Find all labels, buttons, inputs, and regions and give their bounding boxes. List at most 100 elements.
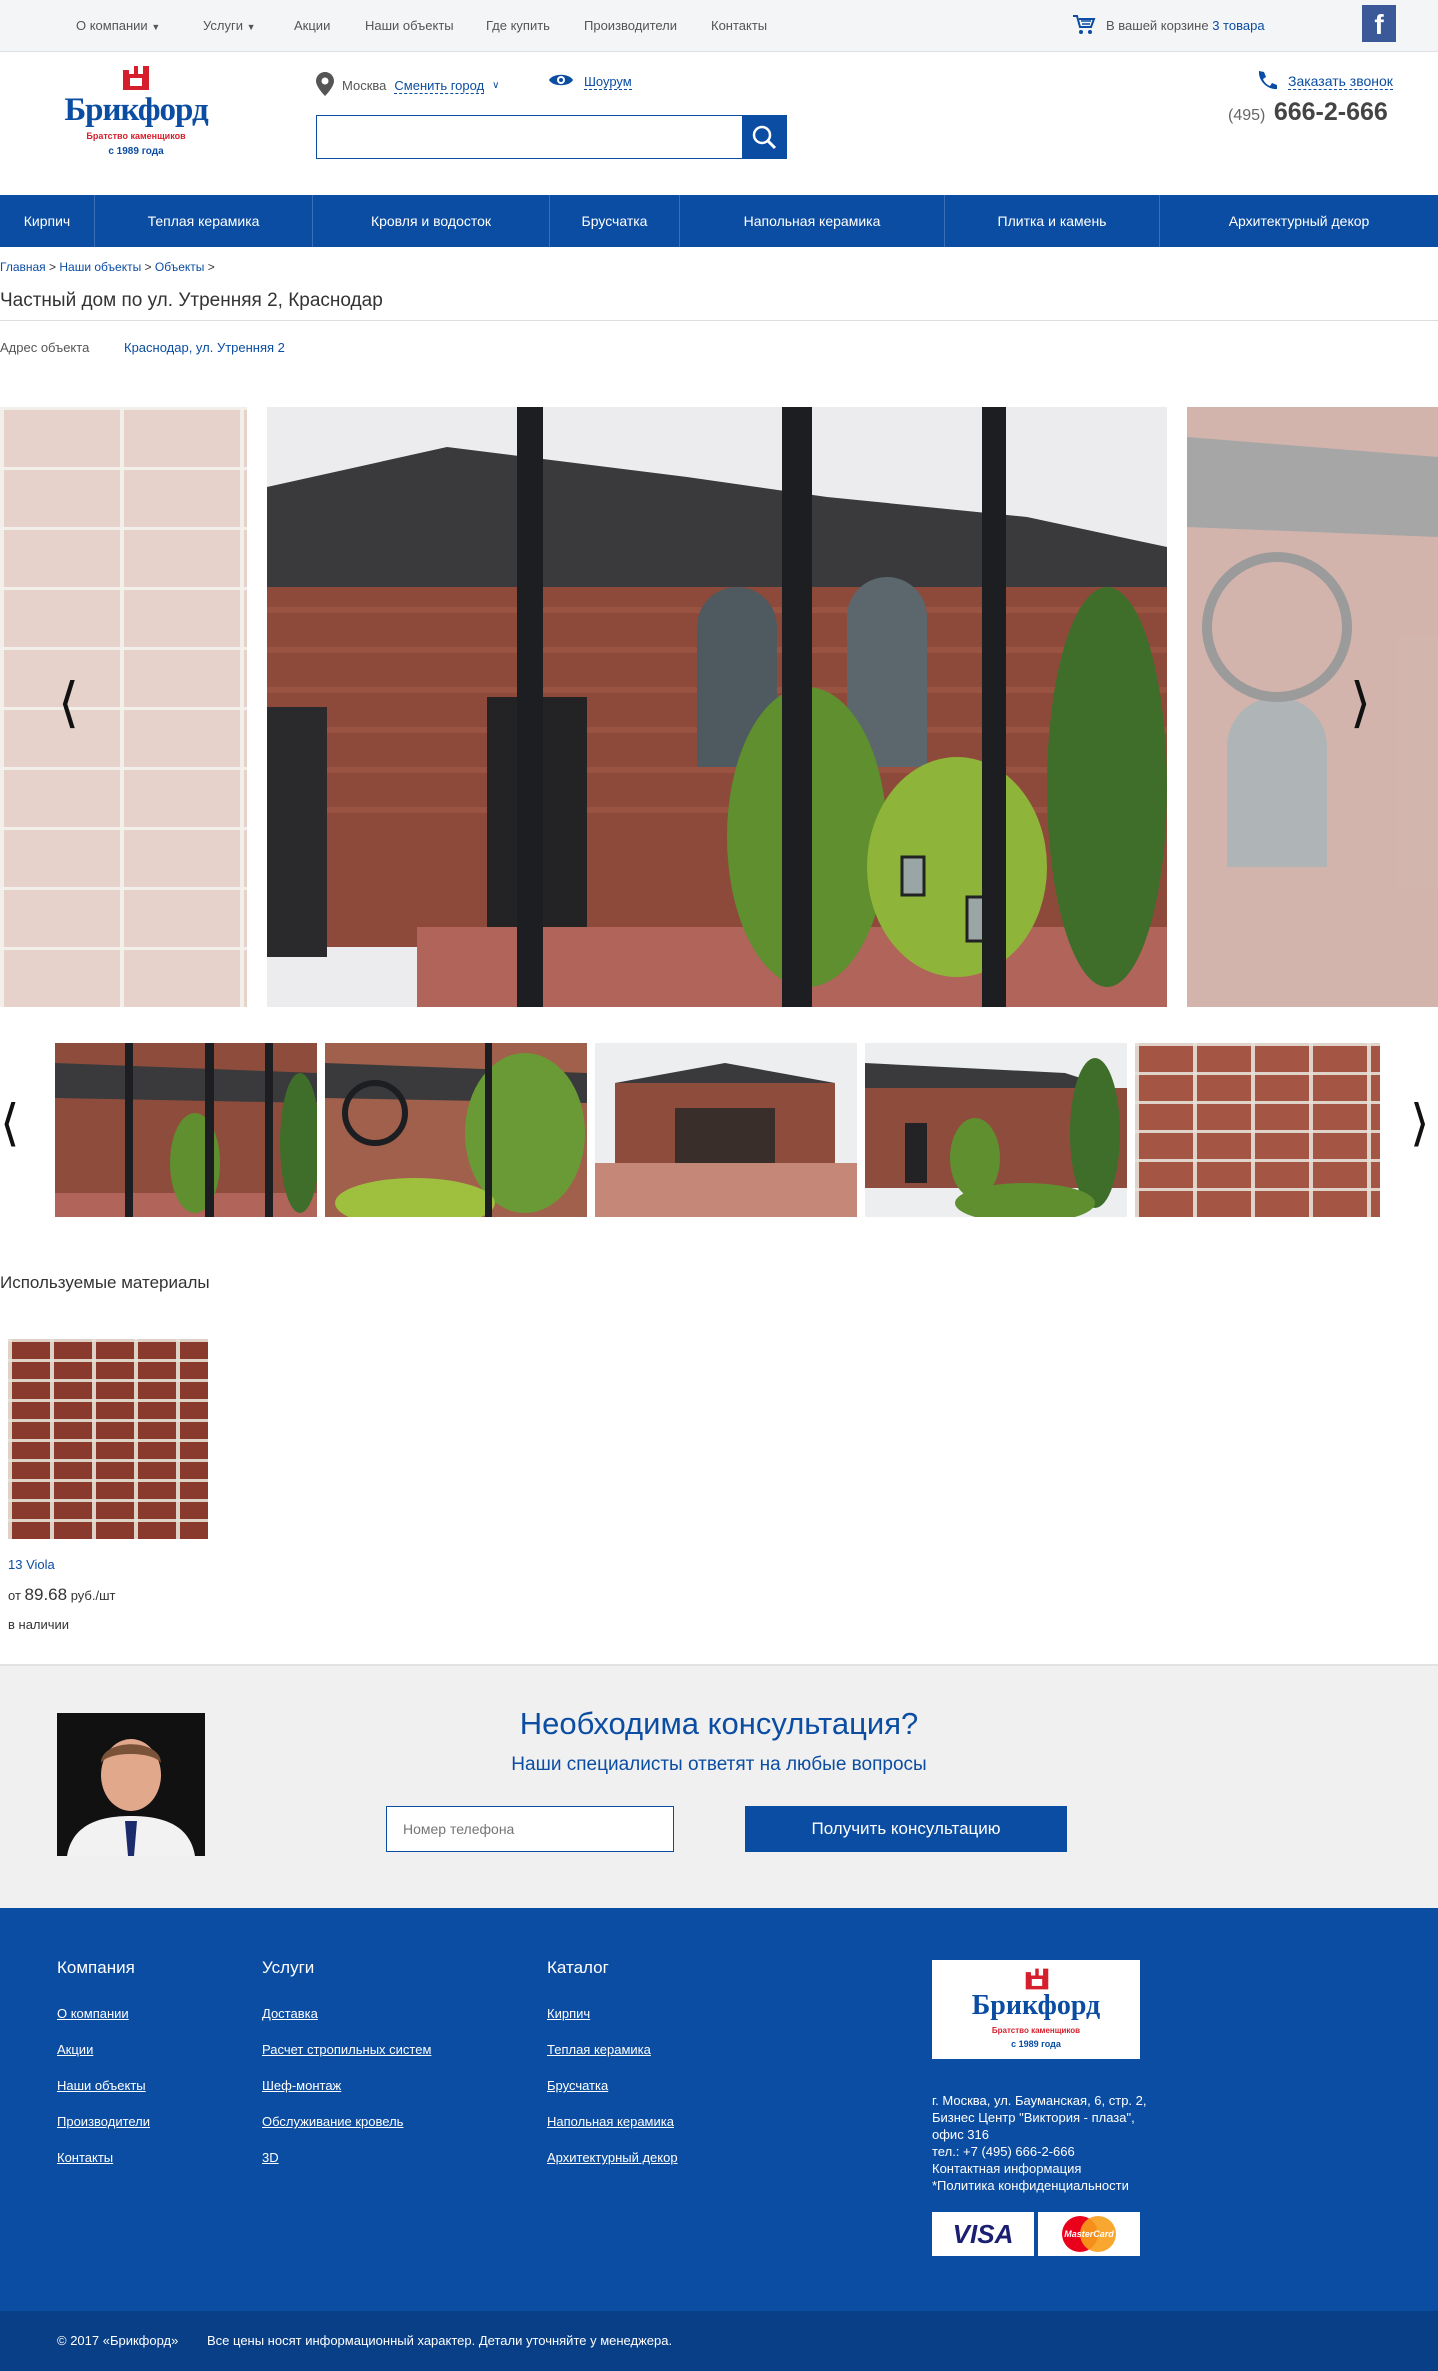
breadcrumb-objects[interactable]: Объекты: [155, 260, 205, 274]
cart-icon: [1072, 14, 1096, 36]
logo-mark-icon: [123, 66, 149, 90]
thumbnail[interactable]: [1135, 1043, 1380, 1217]
map-pin-icon: [316, 72, 334, 99]
footer-phone: тел.: +7 (495) 666-2-666: [932, 2144, 1075, 2159]
get-consultation-button[interactable]: Получить консультацию: [745, 1806, 1067, 1852]
visa-label: VISA: [952, 2218, 1014, 2249]
footer-catalog: Каталог Кирпич Теплая керамика Брусчатка…: [547, 1958, 678, 2186]
object-address: Адрес объекта Краснодар, ул. Утренняя 2: [0, 340, 285, 355]
cart-count[interactable]: 3 товара: [1212, 18, 1264, 33]
callback-link[interactable]: Заказать звонок: [1256, 70, 1393, 93]
footer-link[interactable]: Контакты: [57, 2150, 150, 2165]
footer-link[interactable]: Производители: [57, 2114, 150, 2129]
consultation-section: Необходима консультация? Наши специалист…: [0, 1664, 1438, 1908]
footer-link[interactable]: Теплая керамика: [547, 2042, 678, 2057]
bottom-bar: © 2017 «Брикфорд» Все цены носят информа…: [0, 2311, 1438, 2371]
material-image[interactable]: [8, 1339, 208, 1539]
main-menu: Кирпич Теплая керамика Кровля и водосток…: [0, 195, 1438, 247]
footer-link[interactable]: Кирпич: [547, 2006, 678, 2021]
materials-title: Используемые материалы: [0, 1273, 210, 1292]
footer-link[interactable]: Обслуживание кровель: [262, 2114, 431, 2129]
consult-subtitle: Наши специалисты ответят на любые вопрос…: [511, 1754, 927, 1775]
phone-input[interactable]: [386, 1806, 674, 1852]
search-input[interactable]: [317, 116, 742, 158]
address-link[interactable]: Краснодар, ул. Утренняя 2: [124, 340, 285, 355]
topnav-about[interactable]: О компании ▼: [76, 18, 160, 33]
gallery-next-arrow-icon[interactable]: ⟩: [1350, 676, 1371, 730]
menu-floor-ceramics[interactable]: Напольная керамика: [680, 195, 945, 247]
footer-link[interactable]: Доставка: [262, 2006, 431, 2021]
thumbnail-photo: [325, 1043, 587, 1217]
footer: Компания О компании Акции Наши объекты П…: [0, 1908, 1438, 2311]
topnav-objects[interactable]: Наши объекты: [365, 18, 454, 33]
thumbnail[interactable]: [595, 1043, 857, 1217]
stock-status: в наличии: [8, 1617, 70, 1632]
header-phone[interactable]: (495) 666-2-666: [1228, 98, 1388, 127]
footer-link[interactable]: Расчет стропильных систем: [262, 2042, 431, 2057]
topnav-contacts[interactable]: Контакты: [711, 18, 767, 33]
footer-logo[interactable]: Брикфорд Братство каменщиков с 1989 года: [932, 1960, 1140, 2059]
thumbs-next-arrow-icon[interactable]: ⟩: [1410, 1098, 1430, 1148]
logo-since: с 1989 года: [108, 146, 164, 157]
gallery-prev-arrow-icon[interactable]: ⟨: [58, 676, 79, 730]
contact-info-link[interactable]: Контактная информация: [932, 2160, 1147, 2177]
topnav-services[interactable]: Услуги ▼: [203, 18, 256, 33]
footer-link[interactable]: Архитектурный декор: [547, 2150, 678, 2165]
showroom-link[interactable]: Шоурум: [548, 72, 632, 91]
thumbnail[interactable]: [325, 1043, 587, 1217]
thumbs-prev-arrow-icon[interactable]: ⟨: [0, 1098, 20, 1148]
breadcrumb-home[interactable]: Главная: [0, 260, 46, 274]
menu-arch-decor[interactable]: Архитектурный декор: [1160, 195, 1438, 247]
thumbnail-photo: [865, 1043, 1127, 1217]
thumbnail[interactable]: [55, 1043, 317, 1217]
topnav-about-label: О компании: [76, 18, 148, 33]
breadcrumb: Главная > Наши объекты > Объекты >: [0, 260, 215, 274]
footer-logo-since: с 1989 года: [1011, 2039, 1061, 2049]
cart-link[interactable]: В вашей корзине 3 товара: [1072, 14, 1265, 36]
footer-link[interactable]: Брусчатка: [547, 2078, 678, 2093]
gallery-next-image[interactable]: [1187, 407, 1438, 1007]
footer-link[interactable]: Акции: [57, 2042, 150, 2057]
topnav-sales[interactable]: Акции: [294, 18, 330, 33]
menu-roofing[interactable]: Кровля и водосток: [313, 195, 550, 247]
footer-company-title: Компания: [57, 1958, 135, 1977]
topnav-where-to-buy[interactable]: Где купить: [486, 18, 550, 33]
price-prefix: от: [8, 1588, 21, 1603]
footer-link[interactable]: Шеф-монтаж: [262, 2078, 431, 2093]
thumbnail[interactable]: [865, 1043, 1127, 1217]
image-fade-overlay: [1187, 407, 1438, 1007]
change-city-link[interactable]: Сменить город: [394, 78, 485, 94]
footer-link[interactable]: О компании: [57, 2006, 150, 2021]
footer-catalog-title: Каталог: [547, 1958, 609, 1977]
footer-services-title: Услуги: [262, 1958, 315, 1977]
search-button[interactable]: [742, 116, 786, 158]
privacy-policy-link[interactable]: *Политика конфиденциальности: [932, 2177, 1147, 2194]
gallery-main-image[interactable]: [267, 407, 1167, 1007]
breadcrumb-our-objects[interactable]: Наши объекты: [59, 260, 141, 274]
gallery-prev-image[interactable]: [0, 407, 247, 1007]
footer-link[interactable]: Напольная керамика: [547, 2114, 678, 2129]
material-price: от 89.68 руб./шт: [8, 1585, 116, 1605]
footer-address: г. Москва, ул. Бауманская, 6, стр. 2, Би…: [932, 2092, 1147, 2194]
logo[interactable]: Брикфорд Братство каменщиков с 1989 года: [56, 64, 216, 164]
menu-tile-stone[interactable]: Плитка и камень: [945, 195, 1160, 247]
logo-mark-icon: [1025, 1968, 1049, 1990]
footer-link[interactable]: 3D: [262, 2150, 431, 2165]
menu-warm-ceramics[interactable]: Теплая керамика: [95, 195, 313, 247]
facebook-icon[interactable]: f: [1362, 5, 1396, 42]
topnav-manufacturers[interactable]: Производители: [584, 18, 677, 33]
chevron-down-icon[interactable]: ∨: [492, 80, 499, 91]
showroom-label[interactable]: Шоурум: [584, 74, 632, 90]
material-name-link[interactable]: 13 Viola: [8, 1557, 55, 1572]
consult-title: Необходима консультация?: [519, 1706, 919, 1741]
callback-label[interactable]: Заказать звонок: [1288, 73, 1393, 90]
menu-bricks[interactable]: Кирпич: [0, 195, 95, 247]
top-bar: О компании ▼ Услуги ▼ Акции Наши объекты…: [0, 0, 1438, 52]
thumbnail-photo: [55, 1043, 317, 1217]
search-box: [316, 115, 787, 159]
phone-number: 666-2-666: [1273, 98, 1388, 126]
footer-link[interactable]: Наши объекты: [57, 2078, 150, 2093]
logo-tagline: Братство каменщиков: [86, 131, 186, 141]
menu-paving[interactable]: Брусчатка: [550, 195, 680, 247]
image-fade-overlay: [0, 407, 247, 1007]
